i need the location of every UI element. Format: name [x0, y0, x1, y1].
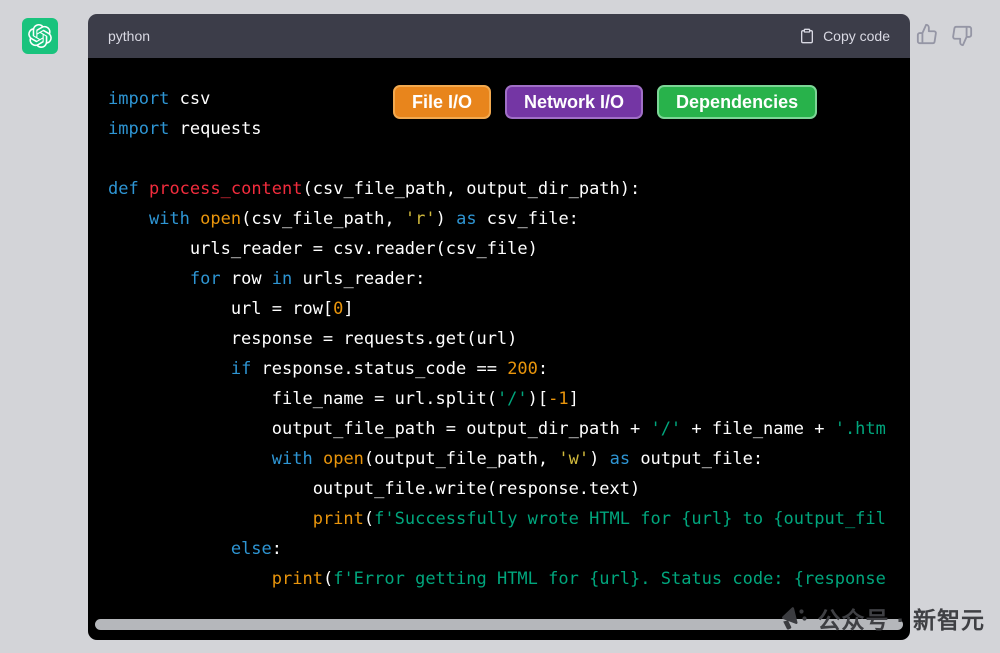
feedback-buttons: [916, 21, 973, 50]
annotation-badges-row: File I/O Network I/O Dependencies: [393, 85, 817, 119]
clipboard-icon: [799, 28, 815, 44]
badge-dependencies: Dependencies: [657, 85, 817, 119]
code-line: file_name = url.split('/')[-1]: [108, 384, 910, 414]
code-line: output_file_path = output_dir_path + '/'…: [108, 414, 910, 444]
badge-file-io: File I/O: [393, 85, 491, 119]
watermark-text: 公众号 · 新智元: [818, 601, 985, 635]
code-line: response = requests.get(url): [108, 324, 910, 354]
code-header: python Copy code: [88, 14, 910, 58]
code-content: import csvimport requests def process_co…: [88, 58, 910, 594]
code-line: urls_reader = csv.reader(csv_file): [108, 234, 910, 264]
code-block: python Copy code File I/O Network I/O De…: [88, 14, 910, 640]
code-line: output_file.write(response.text): [108, 474, 910, 504]
watermark: 公众号 · 新智元: [777, 601, 985, 635]
code-line: if response.status_code == 200:: [108, 354, 910, 384]
code-line: url = row[0]: [108, 294, 910, 324]
code-line: print(f'Successfully wrote HTML for {url…: [108, 504, 910, 534]
thumbs-up-icon: [916, 23, 938, 45]
thumbs-up-button[interactable]: [916, 21, 938, 50]
code-language-label: python: [108, 28, 150, 44]
code-line: with open(csv_file_path, 'r') as csv_fil…: [108, 204, 910, 234]
openai-logo-icon: [28, 24, 52, 48]
badge-network-io: Network I/O: [505, 85, 643, 119]
megaphone-icon: [777, 602, 809, 634]
copy-code-label: Copy code: [823, 28, 890, 44]
code-line: for row in urls_reader:: [108, 264, 910, 294]
code-line: [108, 144, 910, 174]
copy-code-button[interactable]: Copy code: [799, 28, 890, 44]
code-line: else:: [108, 534, 910, 564]
code-line: with open(output_file_path, 'w') as outp…: [108, 444, 910, 474]
chatgpt-avatar: [22, 18, 58, 54]
thumbs-down-icon: [951, 25, 973, 47]
code-line: print(f'Error getting HTML for {url}. St…: [108, 564, 910, 594]
code-body: File I/O Network I/O Dependencies import…: [88, 58, 910, 640]
thumbs-down-button[interactable]: [951, 21, 973, 50]
code-line: def process_content(csv_file_path, outpu…: [108, 174, 910, 204]
